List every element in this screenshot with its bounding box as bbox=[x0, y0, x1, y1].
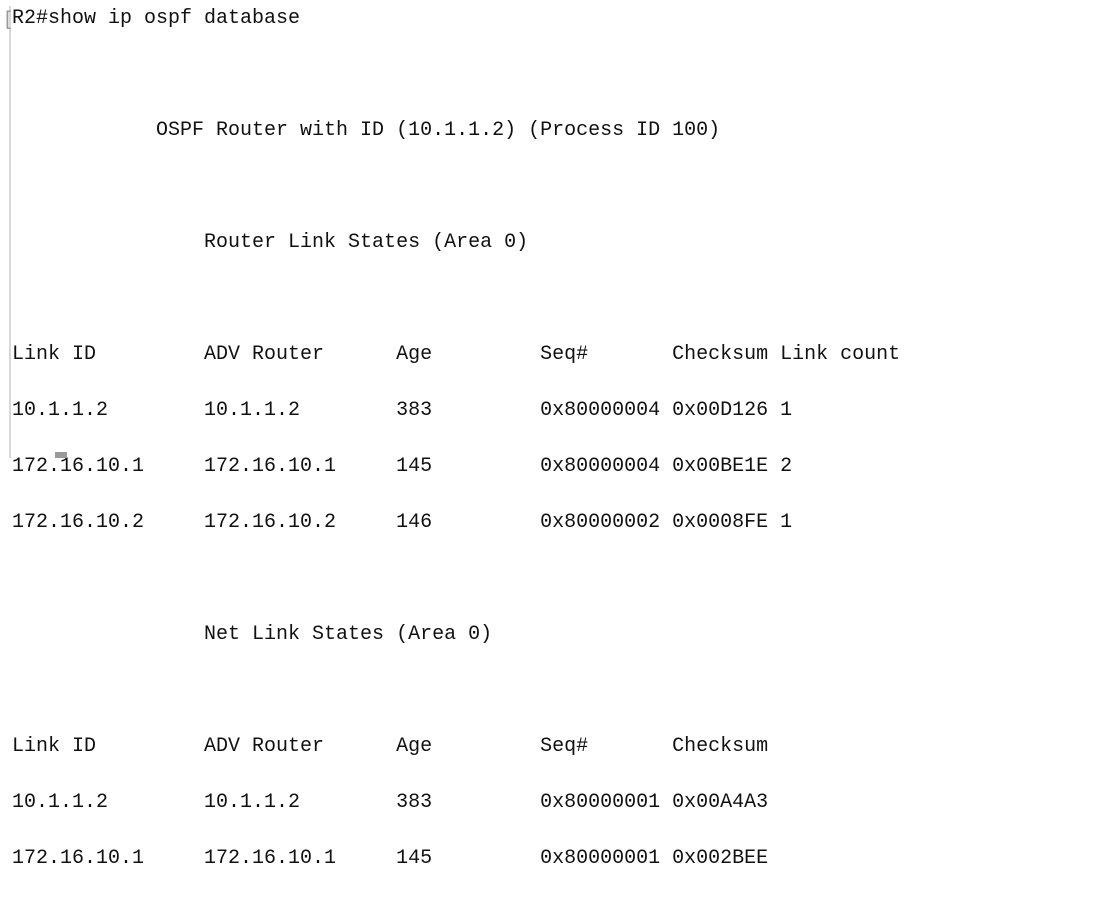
router-table-header: Link ID ADV Router Age Seq# Checksum Lin… bbox=[12, 343, 901, 366]
router-table-row: 10.1.1.2 10.1.1.2 383 0x80000004 0x00D12… bbox=[12, 399, 793, 422]
net-table-row: 10.1.1.2 10.1.1.2 383 0x80000001 0x00A4A… bbox=[12, 791, 769, 814]
router-table-row: 172.16.10.2 172.16.10.2 146 0x80000002 0… bbox=[12, 511, 793, 534]
terminal-left-border bbox=[9, 6, 11, 458]
net-table-header: Link ID ADV Router Age Seq# Checksum bbox=[12, 735, 769, 758]
terminal-output: R2#show ip ospf database OSPF Router wit… bbox=[12, 5, 900, 916]
command-line: R2#show ip ospf database bbox=[12, 7, 301, 30]
terminal-cursor bbox=[55, 452, 67, 458]
net-link-states-heading: Net Link States (Area 0) bbox=[12, 623, 493, 646]
router-table-row: 172.16.10.1 172.16.10.1 145 0x80000004 0… bbox=[12, 455, 793, 478]
ospf-router-heading: OSPF Router with ID (10.1.1.2) (Process … bbox=[12, 119, 721, 142]
net-table-row: 172.16.10.1 172.16.10.1 145 0x80000001 0… bbox=[12, 847, 769, 870]
terminal-window[interactable]: [ R2#show ip ospf database OSPF Router w… bbox=[0, 0, 1112, 870]
router-link-states-heading: Router Link States (Area 0) bbox=[12, 231, 529, 254]
